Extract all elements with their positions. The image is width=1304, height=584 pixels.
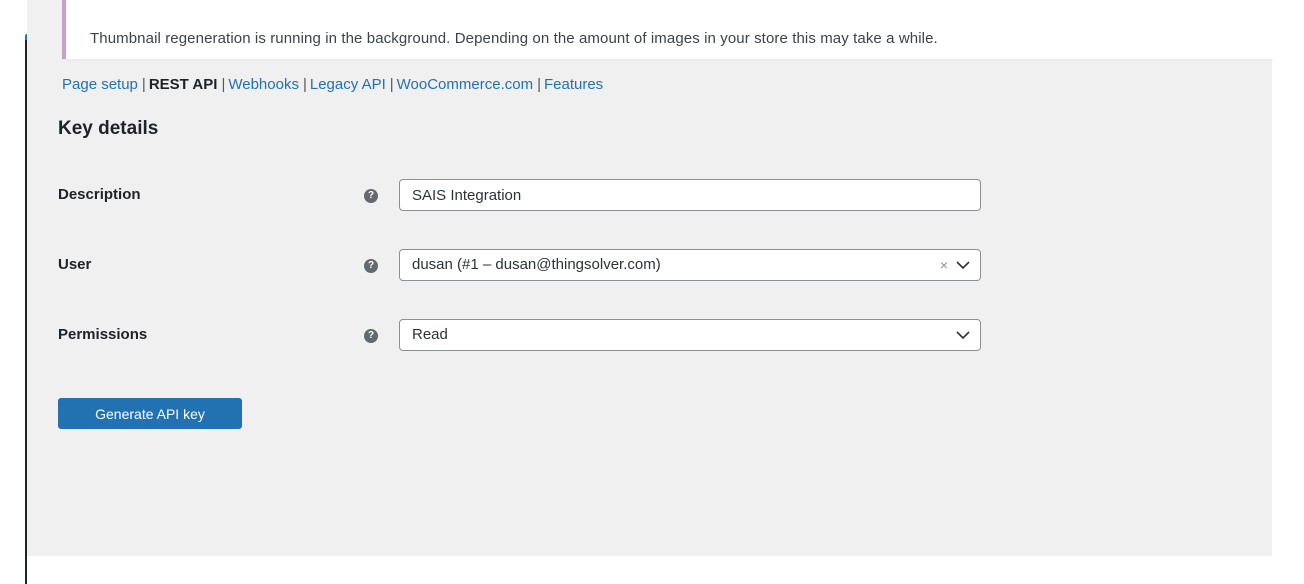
chevron-down-icon[interactable] <box>956 260 970 270</box>
user-select-value: dusan (#1 – dusan@thingsolver.com) <box>412 256 661 273</box>
subnav-webhooks[interactable]: Webhooks <box>228 76 299 93</box>
description-input[interactable] <box>412 180 968 210</box>
subnav-rest-api[interactable]: REST API <box>149 76 218 93</box>
subnav-legacy-api[interactable]: Legacy API <box>310 76 386 93</box>
notice-text: Thumbnail regeneration is running in the… <box>90 30 938 47</box>
permissions-select[interactable]: Read <box>399 319 981 351</box>
generate-api-key-button[interactable]: Generate API key <box>58 398 242 429</box>
user-help-icon[interactable]: ? <box>364 259 378 273</box>
user-label: User <box>58 256 92 273</box>
permissions-select-value: Read <box>412 326 448 343</box>
description-help-icon[interactable]: ? <box>364 189 378 203</box>
chevron-down-icon[interactable] <box>956 330 970 340</box>
settings-subnav: Page setup | REST API | Webhooks | Legacy API |… <box>62 76 603 93</box>
clear-icon[interactable]: × <box>940 250 948 280</box>
subnav-features[interactable]: Features <box>544 76 603 93</box>
description-label: Description <box>58 186 141 203</box>
subnav-separator: | <box>302 76 307 93</box>
subnav-separator: | <box>389 76 394 93</box>
page-title: Key details <box>58 118 159 139</box>
subnav-separator: | <box>141 76 146 93</box>
subnav-woocommerce-com[interactable]: WooCommerce.com <box>397 76 533 93</box>
subnav-separator: | <box>221 76 226 93</box>
description-field[interactable] <box>399 179 981 211</box>
thumbnail-regeneration-notice: Thumbnail regeneration is running in the… <box>62 0 1276 59</box>
subnav-page-setup[interactable]: Page setup <box>62 76 138 93</box>
admin-sidebar-edge <box>0 0 29 584</box>
user-select[interactable]: dusan (#1 – dusan@thingsolver.com) × <box>399 249 981 281</box>
main-content: Thumbnail regeneration is running in the… <box>27 0 1276 556</box>
permissions-label: Permissions <box>58 326 148 343</box>
permissions-help-icon[interactable]: ? <box>364 329 378 343</box>
subnav-separator: | <box>537 76 541 93</box>
